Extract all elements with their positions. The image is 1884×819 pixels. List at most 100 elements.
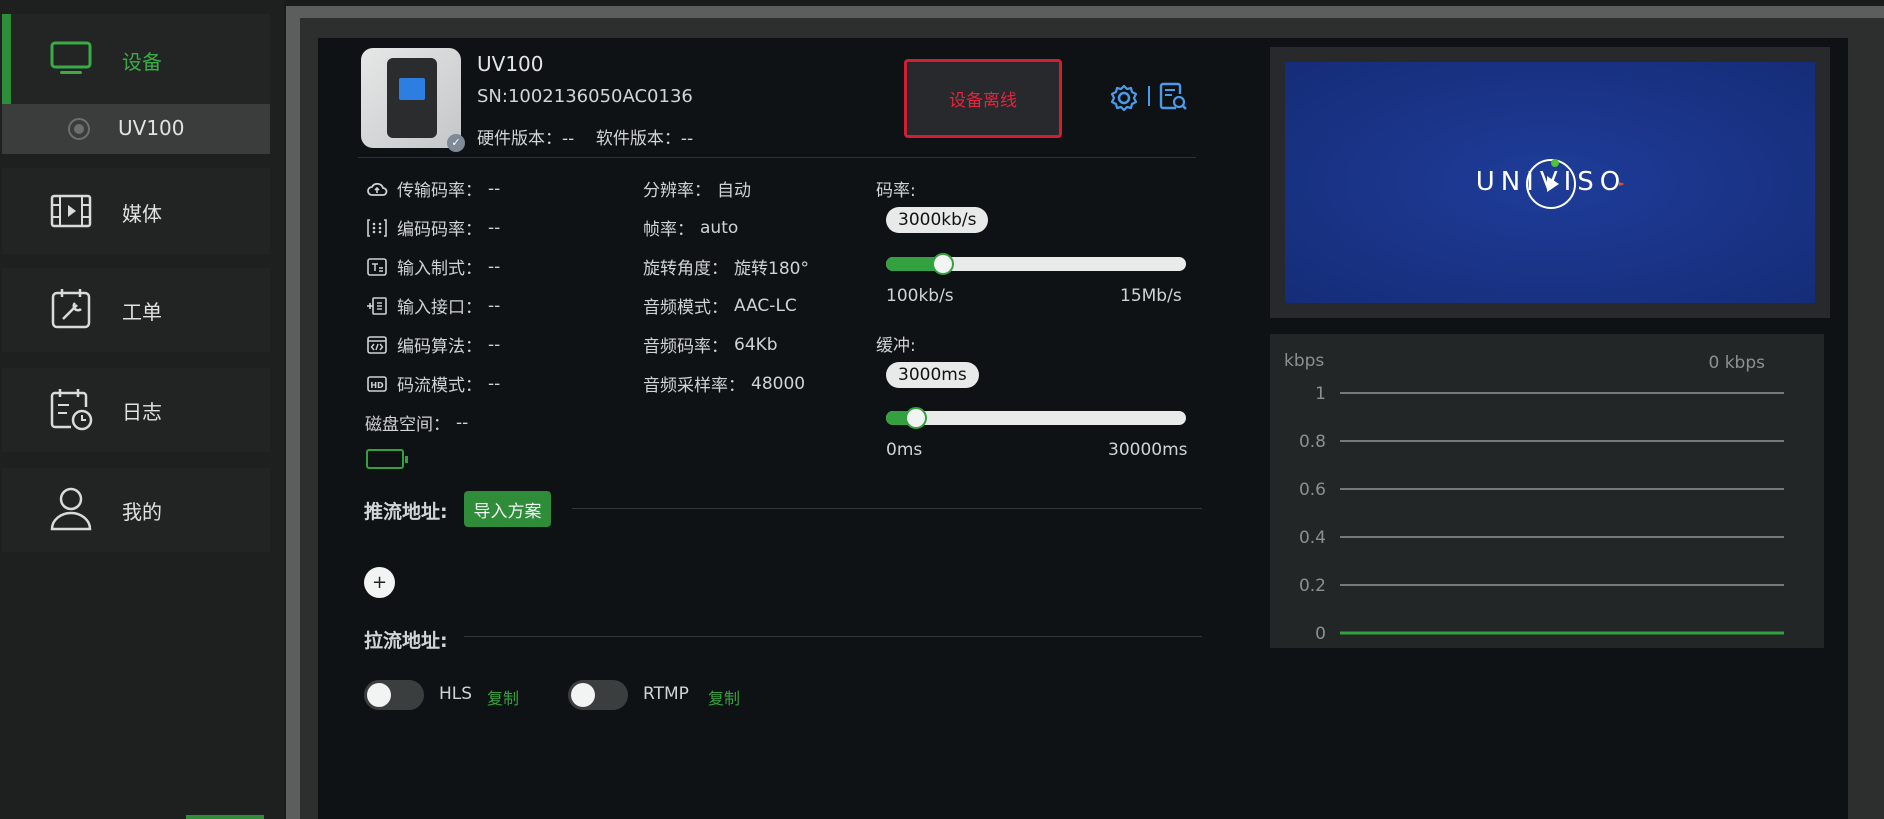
- film-icon: [48, 188, 94, 234]
- info-label: 编码算法：: [397, 337, 482, 357]
- info-value: 64Kb: [734, 334, 778, 355]
- rtmp-copy-link[interactable]: 复制: [708, 685, 740, 709]
- sidebar-item-label: 我的: [122, 500, 162, 524]
- sidebar: 设备 UV100 媒体 工单 日志 我的: [0, 0, 284, 819]
- info-label: 输入接口：: [397, 298, 482, 318]
- info-label: 传输码率：: [397, 181, 482, 201]
- info-label: 磁盘空间：: [365, 415, 450, 435]
- chart-y-tick-label: 0.4: [1299, 528, 1326, 548]
- info-label: 编码码率：: [397, 220, 482, 240]
- chart-y-tick-label: 1: [1315, 384, 1326, 404]
- hd-icon: HD: [365, 373, 389, 395]
- bitrate-slider-handle[interactable]: [932, 253, 954, 275]
- chart-y-axis-label: kbps: [1284, 351, 1324, 371]
- info-encode-algorithm: 编码算法： --: [365, 332, 500, 357]
- hls-copy-link[interactable]: 复制: [487, 685, 519, 709]
- info-label: 分辨率：: [643, 181, 711, 201]
- info-value: AAC-LC: [734, 295, 797, 316]
- info-framerate: 帧率： auto: [643, 215, 739, 241]
- info-audio-samplerate: 音频采样率： 48000: [643, 371, 806, 397]
- calendar-clock-icon: [48, 386, 94, 432]
- info-value: --: [456, 412, 469, 433]
- info-label: 音频模式：: [643, 298, 728, 318]
- info-label: 音频码率：: [643, 337, 728, 357]
- cloud-upload-icon: [365, 178, 389, 200]
- bitrate-value-badge: 3000kb/s: [886, 207, 989, 233]
- buffer-min-label: 0ms: [886, 440, 923, 460]
- info-value: --: [488, 178, 501, 199]
- sidebar-item-label: 工单: [122, 300, 162, 324]
- info-value: --: [488, 373, 501, 394]
- info-input-port: 输入接口： --: [365, 293, 500, 318]
- sidebar-item-workorder[interactable]: 工单: [2, 268, 270, 352]
- sidebar-item-device[interactable]: 设备: [2, 14, 270, 104]
- header-divider: [358, 157, 1196, 158]
- info-resolution: 分辨率： 自动: [643, 176, 751, 201]
- device-serial: SN:1002136050AC0136: [477, 86, 693, 107]
- push-address-title: 推流地址:: [364, 501, 448, 523]
- info-disk-space: 磁盘空间： --: [365, 410, 469, 436]
- info-value: 自动: [717, 181, 751, 201]
- radio-icon: [68, 118, 90, 140]
- port-icon: [365, 295, 389, 317]
- app-window: 设备 UV100 媒体 工单 日志 我的 ✓ UV100 SN:10021360…: [0, 0, 1884, 819]
- info-value: --: [488, 334, 501, 355]
- info-stream-mode: HD 码流模式： --: [365, 371, 500, 396]
- input-format-icon: [365, 256, 389, 278]
- sidebar-item-media[interactable]: 媒体: [2, 168, 270, 254]
- sidebar-subitem-uv100[interactable]: UV100: [2, 104, 270, 154]
- info-label: 输入制式：: [397, 259, 482, 279]
- bitrate-slider[interactable]: [886, 253, 1186, 275]
- code-icon: [365, 334, 389, 356]
- info-value: auto: [700, 217, 739, 238]
- import-scheme-button[interactable]: 导入方案: [464, 491, 551, 527]
- device-offline-button[interactable]: 设备离线: [904, 59, 1062, 138]
- info-value: --: [488, 256, 501, 277]
- info-value: --: [488, 295, 501, 316]
- univiso-logo: UNIVISO: [1476, 159, 1625, 209]
- push-divider: [572, 508, 1202, 509]
- bitrate-min-label: 100kb/s: [886, 286, 954, 306]
- verified-check-icon: ✓: [447, 134, 465, 152]
- buffer-slider[interactable]: [886, 407, 1186, 429]
- chart-y-tick-label: 0.8: [1299, 432, 1326, 452]
- settings-gear-icon[interactable]: [1110, 84, 1138, 116]
- sidebar-item-mine[interactable]: 我的: [2, 468, 270, 552]
- buffer-label: 缓冲:: [876, 336, 916, 356]
- user-icon: [48, 486, 94, 532]
- device-thumbnail: ✓: [361, 48, 465, 152]
- hls-label: HLS: [439, 684, 473, 704]
- info-label: 音频采样率：: [643, 376, 745, 396]
- chart-current-value: 0 kbps: [1708, 353, 1765, 373]
- svg-text:HD: HD: [370, 381, 384, 390]
- hls-toggle[interactable]: [364, 680, 424, 710]
- toolbar-separator: [1148, 86, 1150, 106]
- sidebar-item-label: 日志: [122, 400, 162, 424]
- add-push-address-button[interactable]: +: [364, 567, 395, 598]
- info-input-format: 输入制式： --: [365, 254, 500, 279]
- clipboard-tools-icon: [48, 286, 94, 332]
- info-rotation: 旋转角度： 旋转180°: [643, 254, 809, 279]
- rtmp-toggle[interactable]: [568, 680, 628, 710]
- grid-dots-icon: [365, 217, 389, 239]
- chart-y-tick-label: 0.2: [1299, 576, 1326, 596]
- buffer-max-label: 30000ms: [1108, 440, 1188, 460]
- buffer-slider-handle[interactable]: [905, 407, 927, 429]
- info-value: 48000: [751, 373, 806, 394]
- device-versions: 硬件版本：-- 软件版本：--: [477, 129, 694, 149]
- video-preview[interactable]: UNIVISO: [1285, 62, 1815, 303]
- active-indicator: [2, 14, 11, 104]
- sidebar-item-label: 媒体: [122, 202, 162, 226]
- log-search-icon[interactable]: [1158, 82, 1188, 116]
- pull-address-title: 拉流地址:: [364, 630, 448, 652]
- info-label: 旋转角度：: [643, 259, 728, 279]
- sidebar-item-log[interactable]: 日志: [2, 368, 270, 452]
- pull-divider: [464, 636, 1202, 637]
- toggle-knob: [367, 683, 391, 707]
- sidebar-item-label: 设备: [122, 50, 162, 74]
- info-value: 旋转180°: [734, 259, 809, 279]
- toggle-knob: [571, 683, 595, 707]
- rtmp-label: RTMP: [643, 684, 689, 704]
- info-transfer-bitrate: 传输码率： --: [365, 176, 500, 201]
- info-audio-mode: 音频模式： AAC-LC: [643, 293, 797, 319]
